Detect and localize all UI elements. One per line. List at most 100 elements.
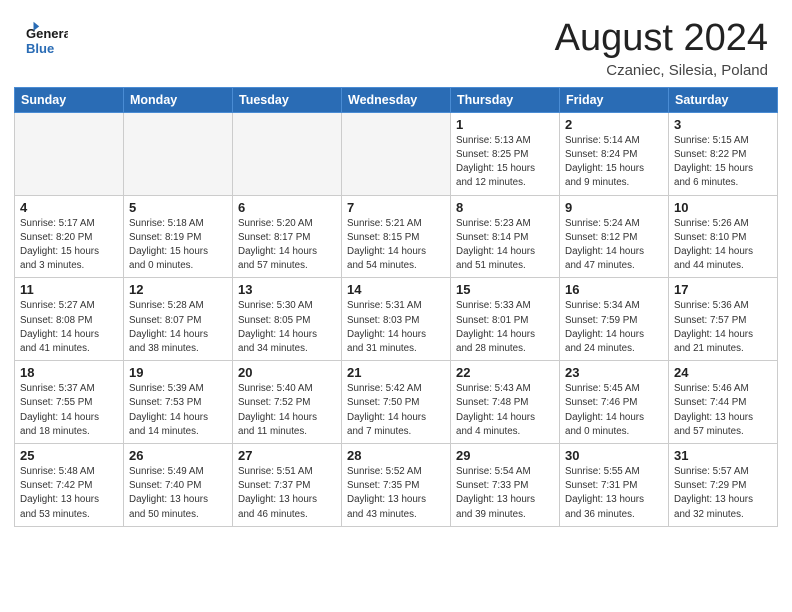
- calendar-day: 27 Sunrise: 5:51 AM Sunset: 7:37 PM Dayli…: [233, 444, 342, 527]
- calendar-day: 11 Sunrise: 5:27 AM Sunset: 8:08 PM Dayli…: [15, 278, 124, 361]
- calendar-day: 1Sunrise: 5:13 AM Sunset: 8:25 PM Daylig…: [451, 112, 560, 195]
- day-detail: Sunrise: 5:48 AM Sunset: 7:42 PM Dayligh…: [20, 465, 118, 522]
- day-detail: Sunrise: 5:15 AM Sunset: 8:22 PM Dayligh…: [674, 134, 772, 191]
- day-number: 18: [20, 365, 118, 380]
- calendar-day: 15 Sunrise: 5:33 AM Sunset: 8:01 PM Dayli…: [451, 278, 560, 361]
- day-number: 14: [347, 282, 445, 297]
- location-subtitle: Czaniec, Silesia, Poland: [555, 62, 768, 79]
- title-block: August 2024 Czaniec, Silesia, Poland: [555, 18, 768, 79]
- calendar-day: [124, 112, 233, 195]
- calendar-week-1: 1Sunrise: 5:13 AM Sunset: 8:25 PM Daylig…: [15, 112, 778, 195]
- day-number: 24: [674, 365, 772, 380]
- day-number: 23: [565, 365, 663, 380]
- day-detail: Sunrise: 5:30 AM Sunset: 8:05 PM Dayligh…: [238, 299, 336, 356]
- weekday-tuesday: Tuesday: [233, 87, 342, 112]
- day-number: 3: [674, 117, 772, 132]
- day-detail: Sunrise: 5:57 AM Sunset: 7:29 PM Dayligh…: [674, 465, 772, 522]
- day-number: 28: [347, 448, 445, 463]
- calendar-day: 20 Sunrise: 5:40 AM Sunset: 7:52 PM Dayli…: [233, 361, 342, 444]
- day-detail: Sunrise: 5:51 AM Sunset: 7:37 PM Dayligh…: [238, 465, 336, 522]
- calendar-week-5: 25Sunrise: 5:48 AM Sunset: 7:42 PM Dayli…: [15, 444, 778, 527]
- calendar-day: 22 Sunrise: 5:43 AM Sunset: 7:48 PM Dayli…: [451, 361, 560, 444]
- page-header: General Blue August 2024 Czaniec, Silesi…: [0, 0, 792, 87]
- day-number: 19: [129, 365, 227, 380]
- calendar-day: 3 Sunrise: 5:15 AM Sunset: 8:22 PM Daylig…: [669, 112, 778, 195]
- calendar-day: 31 Sunrise: 5:57 AM Sunset: 7:29 PM Dayli…: [669, 444, 778, 527]
- calendar-day: 16Sunrise: 5:34 AM Sunset: 7:59 PM Dayli…: [560, 278, 669, 361]
- day-number: 10: [674, 200, 772, 215]
- calendar-day: 30 Sunrise: 5:55 AM Sunset: 7:31 PM Dayli…: [560, 444, 669, 527]
- day-detail: Sunrise: 5:33 AM Sunset: 8:01 PM Dayligh…: [456, 299, 554, 356]
- logo-icon: General Blue: [24, 18, 68, 62]
- day-detail: Sunrise: 5:52 AM Sunset: 7:35 PM Dayligh…: [347, 465, 445, 522]
- day-detail: Sunrise: 5:21 AM Sunset: 8:15 PM Dayligh…: [347, 217, 445, 274]
- day-number: 13: [238, 282, 336, 297]
- day-detail: Sunrise: 5:40 AM Sunset: 7:52 PM Dayligh…: [238, 382, 336, 439]
- day-detail: Sunrise: 5:27 AM Sunset: 8:08 PM Dayligh…: [20, 299, 118, 356]
- weekday-monday: Monday: [124, 87, 233, 112]
- weekday-friday: Friday: [560, 87, 669, 112]
- calendar-day: 10 Sunrise: 5:26 AM Sunset: 8:10 PM Dayli…: [669, 195, 778, 278]
- calendar-week-2: 4Sunrise: 5:17 AM Sunset: 8:20 PM Daylig…: [15, 195, 778, 278]
- day-detail: Sunrise: 5:39 AM Sunset: 7:53 PM Dayligh…: [129, 382, 227, 439]
- calendar-day: 4Sunrise: 5:17 AM Sunset: 8:20 PM Daylig…: [15, 195, 124, 278]
- month-title: August 2024: [555, 18, 768, 60]
- day-number: 7: [347, 200, 445, 215]
- calendar-day: 23 Sunrise: 5:45 AM Sunset: 7:46 PM Dayli…: [560, 361, 669, 444]
- calendar-day: [15, 112, 124, 195]
- calendar-day: 19 Sunrise: 5:39 AM Sunset: 7:53 PM Dayli…: [124, 361, 233, 444]
- day-number: 9: [565, 200, 663, 215]
- calendar-day: 29Sunrise: 5:54 AM Sunset: 7:33 PM Dayli…: [451, 444, 560, 527]
- calendar-day: 17Sunrise: 5:36 AM Sunset: 7:57 PM Dayli…: [669, 278, 778, 361]
- day-detail: Sunrise: 5:26 AM Sunset: 8:10 PM Dayligh…: [674, 217, 772, 274]
- calendar-day: 18Sunrise: 5:37 AM Sunset: 7:55 PM Dayli…: [15, 361, 124, 444]
- calendar-day: 21 Sunrise: 5:42 AM Sunset: 7:50 PM Dayli…: [342, 361, 451, 444]
- svg-text:General: General: [26, 26, 68, 41]
- weekday-thursday: Thursday: [451, 87, 560, 112]
- day-number: 11: [20, 282, 118, 297]
- day-number: 22: [456, 365, 554, 380]
- calendar-day: 2 Sunrise: 5:14 AM Sunset: 8:24 PM Daylig…: [560, 112, 669, 195]
- day-number: 30: [565, 448, 663, 463]
- calendar-day: 14Sunrise: 5:31 AM Sunset: 8:03 PM Dayli…: [342, 278, 451, 361]
- calendar-day: 28 Sunrise: 5:52 AM Sunset: 7:35 PM Dayli…: [342, 444, 451, 527]
- day-number: 21: [347, 365, 445, 380]
- day-number: 1: [456, 117, 554, 132]
- day-number: 20: [238, 365, 336, 380]
- day-detail: Sunrise: 5:14 AM Sunset: 8:24 PM Dayligh…: [565, 134, 663, 191]
- weekday-sunday: Sunday: [15, 87, 124, 112]
- calendar-day: 24 Sunrise: 5:46 AM Sunset: 7:44 PM Dayli…: [669, 361, 778, 444]
- weekday-wednesday: Wednesday: [342, 87, 451, 112]
- day-detail: Sunrise: 5:20 AM Sunset: 8:17 PM Dayligh…: [238, 217, 336, 274]
- day-number: 15: [456, 282, 554, 297]
- calendar-day: 13 Sunrise: 5:30 AM Sunset: 8:05 PM Dayli…: [233, 278, 342, 361]
- day-number: 6: [238, 200, 336, 215]
- day-number: 12: [129, 282, 227, 297]
- day-number: 8: [456, 200, 554, 215]
- day-detail: Sunrise: 5:45 AM Sunset: 7:46 PM Dayligh…: [565, 382, 663, 439]
- day-detail: Sunrise: 5:17 AM Sunset: 8:20 PM Dayligh…: [20, 217, 118, 274]
- day-detail: Sunrise: 5:43 AM Sunset: 7:48 PM Dayligh…: [456, 382, 554, 439]
- day-number: 17: [674, 282, 772, 297]
- day-number: 31: [674, 448, 772, 463]
- day-number: 26: [129, 448, 227, 463]
- weekday-header-row: SundayMondayTuesdayWednesdayThursdayFrid…: [15, 87, 778, 112]
- day-detail: Sunrise: 5:24 AM Sunset: 8:12 PM Dayligh…: [565, 217, 663, 274]
- calendar-day: [233, 112, 342, 195]
- day-detail: Sunrise: 5:55 AM Sunset: 7:31 PM Dayligh…: [565, 465, 663, 522]
- day-detail: Sunrise: 5:42 AM Sunset: 7:50 PM Dayligh…: [347, 382, 445, 439]
- calendar-week-3: 11 Sunrise: 5:27 AM Sunset: 8:08 PM Dayli…: [15, 278, 778, 361]
- day-detail: Sunrise: 5:54 AM Sunset: 7:33 PM Dayligh…: [456, 465, 554, 522]
- calendar-day: 6 Sunrise: 5:20 AM Sunset: 8:17 PM Daylig…: [233, 195, 342, 278]
- calendar-day: 12 Sunrise: 5:28 AM Sunset: 8:07 PM Dayli…: [124, 278, 233, 361]
- calendar-day: 25Sunrise: 5:48 AM Sunset: 7:42 PM Dayli…: [15, 444, 124, 527]
- day-detail: Sunrise: 5:28 AM Sunset: 8:07 PM Dayligh…: [129, 299, 227, 356]
- day-detail: Sunrise: 5:49 AM Sunset: 7:40 PM Dayligh…: [129, 465, 227, 522]
- calendar-day: [342, 112, 451, 195]
- day-number: 27: [238, 448, 336, 463]
- day-detail: Sunrise: 5:18 AM Sunset: 8:19 PM Dayligh…: [129, 217, 227, 274]
- calendar-day: 26 Sunrise: 5:49 AM Sunset: 7:40 PM Dayli…: [124, 444, 233, 527]
- day-detail: Sunrise: 5:46 AM Sunset: 7:44 PM Dayligh…: [674, 382, 772, 439]
- day-number: 2: [565, 117, 663, 132]
- calendar-week-4: 18Sunrise: 5:37 AM Sunset: 7:55 PM Dayli…: [15, 361, 778, 444]
